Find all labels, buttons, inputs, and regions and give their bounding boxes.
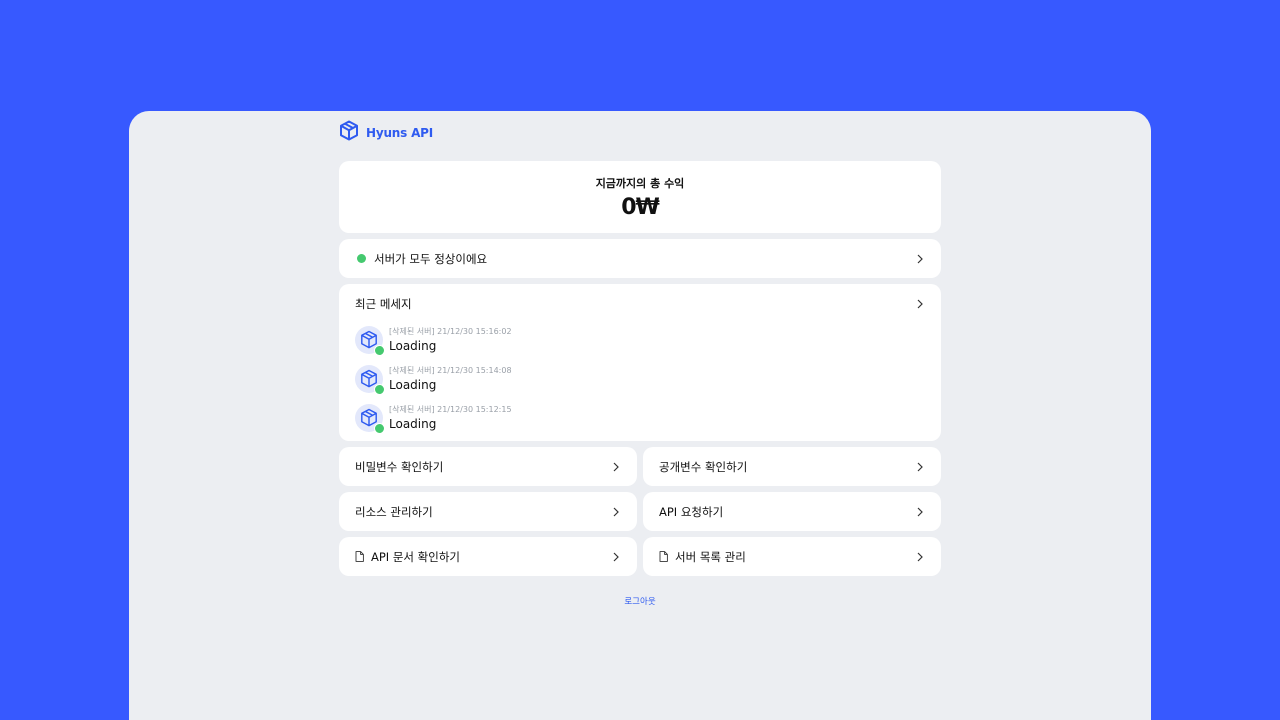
chevron-right-icon (611, 552, 621, 562)
online-status-icon (374, 383, 385, 395)
content: Hyuns API 지금까지의 총 수익 0₩ 서버가 모두 정상이에요 최근 … (339, 120, 941, 607)
api-request-button[interactable]: API 요청하기 (643, 492, 941, 531)
document-icon (355, 551, 364, 562)
recent-messages-card: 최근 메세지 [삭제된 서버] 21/12/30 15:16:02 Loadin… (339, 284, 941, 441)
server-avatar (355, 325, 385, 356)
chevron-right-icon (915, 507, 925, 517)
server-status-row[interactable]: 서버가 모두 정상이에요 (339, 239, 941, 278)
secret-vars-button[interactable]: 비밀변수 확인하기 (339, 447, 637, 486)
message-text: Loading (389, 339, 437, 353)
public-vars-button[interactable]: 공개변수 확인하기 (643, 447, 941, 486)
secret-vars-label: 비밀변수 확인하기 (355, 459, 444, 474)
api-request-label: API 요청하기 (659, 504, 724, 519)
chevron-right-icon (915, 299, 925, 309)
message-meta: [삭제된 서버] 21/12/30 15:14:08 (389, 366, 512, 375)
api-docs-button[interactable]: API 문서 확인하기 (339, 537, 637, 576)
public-vars-label: 공개변수 확인하기 (659, 459, 748, 474)
message-text: Loading (389, 378, 437, 392)
document-icon (659, 551, 668, 562)
server-avatar (355, 403, 385, 434)
server-list-label: 서버 목록 관리 (675, 549, 746, 564)
chevron-right-icon (915, 552, 925, 562)
api-docs-label: API 문서 확인하기 (371, 549, 460, 564)
earnings-value: 0₩ (621, 194, 660, 220)
cube-icon (339, 120, 359, 146)
online-status-icon (374, 344, 385, 356)
logout-link[interactable]: 로그아웃 (339, 595, 941, 607)
chevron-right-icon (915, 254, 925, 264)
message-meta: [삭제된 서버] 21/12/30 15:16:02 (389, 327, 512, 336)
earnings-card: 지금까지의 총 수익 0₩ (339, 161, 941, 233)
chevron-right-icon (915, 462, 925, 472)
message-text: Loading (389, 417, 437, 431)
message-item[interactable]: [삭제된 서버] 21/12/30 15:14:08 Loading (355, 359, 925, 398)
resources-label: 리소스 관리하기 (355, 504, 433, 519)
message-item[interactable]: [삭제된 서버] 21/12/30 15:12:15 Loading (355, 398, 925, 437)
message-item[interactable]: [삭제된 서버] 21/12/30 15:16:02 Loading (355, 320, 925, 359)
status-dot-icon (357, 254, 366, 263)
server-list-button[interactable]: 서버 목록 관리 (643, 537, 941, 576)
server-avatar (355, 364, 385, 395)
brand-name: Hyuns API (366, 126, 434, 140)
resources-button[interactable]: 리소스 관리하기 (339, 492, 637, 531)
message-meta: [삭제된 서버] 21/12/30 15:12:15 (389, 405, 512, 414)
chevron-right-icon (611, 462, 621, 472)
online-status-icon (374, 422, 385, 434)
action-grid: 비밀변수 확인하기 공개변수 확인하기 리소스 관리하기 API 요청하기 AP… (339, 447, 941, 582)
server-status-text: 서버가 모두 정상이에요 (374, 251, 488, 266)
earnings-label: 지금까지의 총 수익 (595, 176, 685, 190)
recent-messages-header[interactable]: 최근 메세지 (355, 294, 925, 314)
chevron-right-icon (611, 507, 621, 517)
recent-messages-title: 최근 메세지 (355, 297, 412, 311)
brand[interactable]: Hyuns API (339, 120, 941, 146)
